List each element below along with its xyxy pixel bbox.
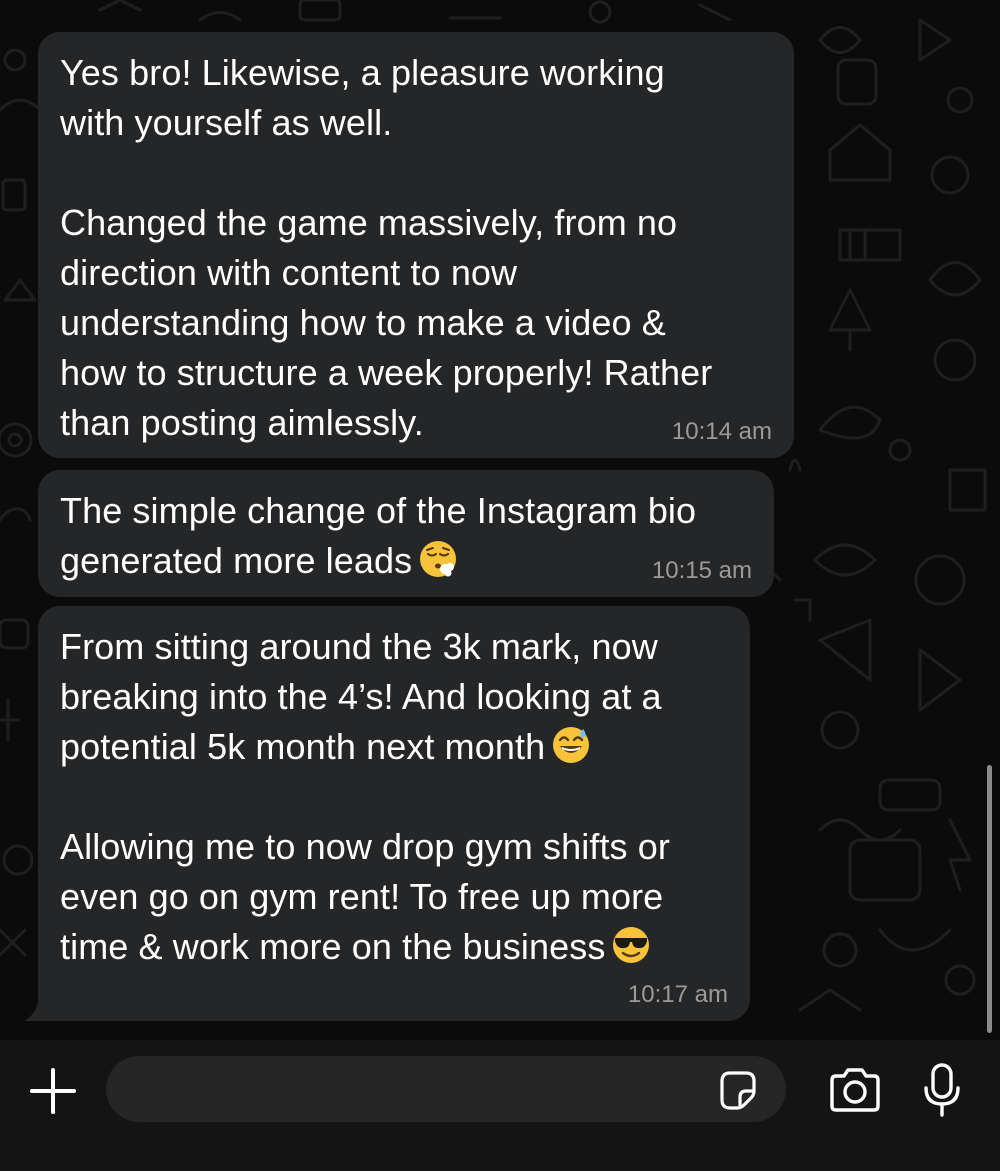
scrollbar[interactable] (987, 765, 992, 1033)
face-exhaling-emoji (420, 541, 457, 577)
message-timestamp: 10:17 am (627, 981, 728, 1008)
message-timestamp: 10:15 am (651, 557, 752, 584)
message-bubble[interactable]: From sitting around the 3k mark, now bre… (38, 606, 750, 1021)
message-timestamp: 10:14 am (671, 418, 772, 445)
message-input-field[interactable] (106, 1056, 786, 1124)
chat-screen: Yes bro! Likewise, a pleasure working wi… (0, 0, 1000, 1171)
message-input[interactable] (130, 1056, 714, 1124)
message-text: The simple change of the Instagram bio g… (60, 486, 752, 586)
message-text: From sitting around the 3k mark, now bre… (60, 622, 728, 972)
microphone-icon[interactable] (920, 1062, 964, 1120)
message-list[interactable]: Yes bro! Likewise, a pleasure working wi… (0, 0, 1000, 1040)
sticker-icon[interactable] (716, 1067, 760, 1111)
plus-icon[interactable] (28, 1066, 78, 1116)
message-input-bar (0, 1040, 1000, 1171)
message-bubble[interactable]: The simple change of the Instagram bio g… (38, 470, 774, 597)
bubble-tail (24, 996, 52, 1021)
grinning-face-with-sweat-emoji (553, 727, 590, 763)
message-text-content: Allowing me to now drop gym shifts or ev… (60, 826, 670, 967)
smiling-face-with-sunglasses-emoji (613, 927, 650, 963)
message-text: Yes bro! Likewise, a pleasure working wi… (60, 52, 713, 443)
message-bubble[interactable]: Yes bro! Likewise, a pleasure working wi… (38, 32, 794, 458)
message-text-content: The simple change of the Instagram bio g… (60, 490, 697, 581)
camera-icon[interactable] (826, 1066, 884, 1116)
